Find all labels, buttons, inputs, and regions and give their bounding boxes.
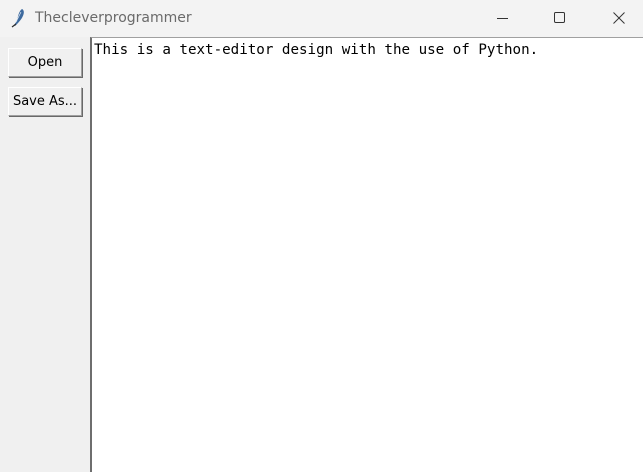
open-button[interactable]: Open xyxy=(8,48,82,77)
button-panel: Open Save As... xyxy=(0,37,90,472)
minimize-button[interactable] xyxy=(480,0,526,37)
title-bar: Thecleverprogrammer xyxy=(0,0,643,37)
save-as-button[interactable]: Save As... xyxy=(8,87,82,116)
text-editor-content[interactable]: This is a text-editor design with the us… xyxy=(94,42,643,472)
feather-icon xyxy=(10,8,28,28)
text-editor-area[interactable]: This is a text-editor design with the us… xyxy=(90,37,643,472)
maximize-icon xyxy=(554,12,565,23)
minimize-icon xyxy=(497,18,508,19)
maximize-button[interactable] xyxy=(537,0,583,37)
window-title: Thecleverprogrammer xyxy=(35,10,192,26)
close-button[interactable] xyxy=(596,0,642,37)
close-icon xyxy=(613,12,625,24)
